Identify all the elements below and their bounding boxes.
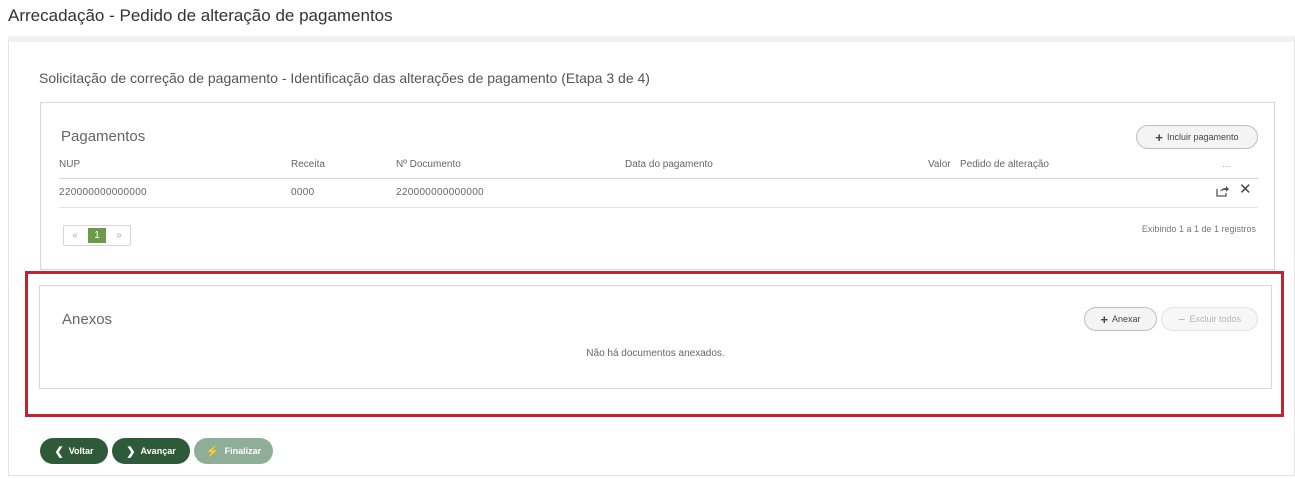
- pager-next[interactable]: »: [108, 226, 130, 245]
- pagamentos-panel: Pagamentos + Incluir pagamento NUP Recei…: [40, 102, 1275, 270]
- avancar-button[interactable]: ❯ Avançar: [112, 438, 190, 464]
- incluir-pagamento-label: Incluir pagamento: [1167, 132, 1239, 142]
- records-info: Exibindo 1 a 1 de 1 registros: [1141, 224, 1256, 234]
- column-header-documento[interactable]: Nº Documento: [396, 159, 461, 170]
- page-title: Arrecadação - Pedido de alteração de pag…: [8, 6, 393, 25]
- header-divider: [59, 178, 1258, 179]
- cell-documento: 220000000000000: [396, 187, 484, 198]
- anexos-panel: Anexos + Anexar − Excluir todos Não há d…: [39, 285, 1272, 389]
- avancar-label: Avançar: [140, 446, 176, 456]
- cell-receita: 0000: [291, 187, 315, 198]
- plus-icon: +: [1100, 311, 1109, 327]
- column-header-valor[interactable]: Valor: [928, 159, 951, 170]
- minus-icon: −: [1177, 311, 1186, 327]
- pager-page-1[interactable]: 1: [88, 228, 106, 243]
- anexos-title: Anexos: [62, 311, 113, 328]
- close-icon[interactable]: ✕: [1239, 182, 1252, 198]
- pager-prev[interactable]: «: [64, 226, 86, 245]
- anexar-label: Anexar: [1112, 314, 1141, 324]
- step-title: Solicitação de correção de pagamento - I…: [39, 70, 650, 86]
- pagamentos-title: Pagamentos: [61, 128, 146, 145]
- finalizar-label: Finalizar: [224, 446, 262, 456]
- cell-nup: 220000000000000: [59, 187, 147, 198]
- chevron-left-icon: ❮: [54, 445, 64, 458]
- excluir-todos-label: Excluir todos: [1189, 314, 1242, 324]
- voltar-button[interactable]: ❮ Voltar: [40, 438, 108, 464]
- column-header-nup[interactable]: NUP: [59, 159, 80, 170]
- column-header-pedido[interactable]: Pedido de alteração: [960, 159, 1049, 170]
- bolt-icon: ⚡: [205, 445, 220, 458]
- anexar-button[interactable]: + Anexar: [1084, 307, 1157, 331]
- column-header-data[interactable]: Data do pagamento: [625, 159, 713, 170]
- row-divider: [59, 207, 1258, 208]
- chevron-right-icon: ❯: [126, 445, 136, 458]
- empty-message: Não há documentos anexados.: [586, 348, 725, 359]
- excluir-todos-button[interactable]: − Excluir todos: [1161, 307, 1258, 331]
- plus-icon: +: [1155, 129, 1164, 145]
- column-header-receita[interactable]: Receita: [291, 159, 325, 170]
- share-icon[interactable]: [1215, 184, 1229, 198]
- column-header-actions: ...: [1222, 159, 1231, 170]
- finalizar-button[interactable]: ⚡ Finalizar: [194, 438, 273, 464]
- incluir-pagamento-button[interactable]: + Incluir pagamento: [1136, 125, 1258, 149]
- pagination: « 1 »: [63, 225, 131, 246]
- voltar-label: Voltar: [68, 446, 94, 456]
